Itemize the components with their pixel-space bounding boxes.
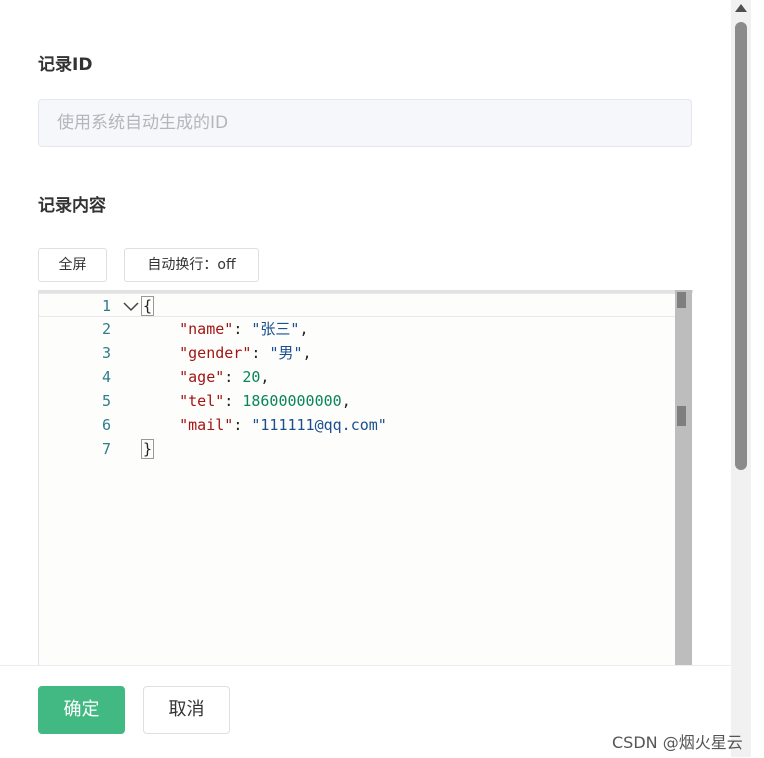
word-wrap-toggle-button[interactable]: 自动换行：off <box>124 248 259 282</box>
record-id-label: 记录ID <box>38 55 93 75</box>
code-text: } <box>141 437 155 461</box>
line-number: 3 <box>101 344 111 362</box>
json-comma: , <box>341 392 351 410</box>
code-text: "tel": 18600000000, <box>143 389 351 413</box>
line-number: 1 <box>101 297 111 315</box>
json-value: 18600000000 <box>242 392 342 410</box>
json-value: "111111@qq.com" <box>251 416 387 434</box>
code-line[interactable]: 2 "name": "张三", <box>39 317 676 341</box>
cancel-button[interactable]: 取消 <box>143 686 230 734</box>
json-key: "gender" <box>179 344 252 362</box>
code-line[interactable]: 1 { <box>39 293 676 317</box>
json-separator: : <box>224 392 243 410</box>
record-form-panel: 记录ID 使用系统自动生成的ID 记录内容 全屏 自动换行：off 1 { 2 … <box>0 0 731 757</box>
json-separator: : <box>224 368 243 386</box>
editor-scrollbar-thumb[interactable] <box>677 406 686 426</box>
watermark-text: CSDN @烟火星云 <box>612 733 743 752</box>
code-text: "gender": "男", <box>143 341 312 365</box>
json-separator: : <box>233 416 252 434</box>
page-scrollbar-thumb[interactable] <box>735 22 747 470</box>
editor-scrollbar[interactable] <box>675 290 692 690</box>
json-comma: , <box>260 368 270 386</box>
json-comma: , <box>299 320 309 338</box>
code-text: "name": "张三", <box>143 317 308 341</box>
json-comma: , <box>302 344 312 362</box>
open-brace: { <box>141 296 155 316</box>
confirm-button[interactable]: 确定 <box>38 686 125 734</box>
record-id-input[interactable]: 使用系统自动生成的ID <box>38 99 692 147</box>
code-line[interactable]: 3 "gender": "男", <box>39 341 676 365</box>
code-line[interactable]: 6 "mail": "111111@qq.com" <box>39 413 676 437</box>
json-separator: : <box>251 344 270 362</box>
triangle-up-icon[interactable] <box>735 4 747 12</box>
json-key: "mail" <box>179 416 234 434</box>
line-number: 2 <box>101 320 111 338</box>
close-brace: } <box>141 439 155 459</box>
code-text: "age": 20, <box>143 365 269 389</box>
code-text: { <box>141 294 155 318</box>
code-line[interactable]: 5 "tel": 18600000000, <box>39 389 676 413</box>
line-number: 7 <box>101 440 111 458</box>
json-separator: : <box>233 320 252 338</box>
chevron-down-icon[interactable] <box>122 297 140 315</box>
code-text: "mail": "111111@qq.com" <box>143 413 387 437</box>
json-code-editor[interactable]: 1 { 2 "name": "张三", 3 "gender": "男", 4 "… <box>38 290 693 690</box>
json-key: "tel" <box>179 392 225 410</box>
editor-scrollbar-marker <box>677 292 686 308</box>
json-value: 20 <box>242 368 261 386</box>
code-line[interactable]: 7 } <box>39 437 676 461</box>
json-key: "age" <box>179 368 225 386</box>
json-value: "张三" <box>251 320 300 338</box>
record-content-label: 记录内容 <box>38 196 106 216</box>
line-number: 4 <box>101 368 111 386</box>
json-key: "name" <box>179 320 234 338</box>
code-line[interactable]: 4 "age": 20, <box>39 365 676 389</box>
fullscreen-button[interactable]: 全屏 <box>38 248 107 282</box>
line-number: 5 <box>101 392 111 410</box>
line-number: 6 <box>101 416 111 434</box>
json-value: "男" <box>269 344 303 362</box>
